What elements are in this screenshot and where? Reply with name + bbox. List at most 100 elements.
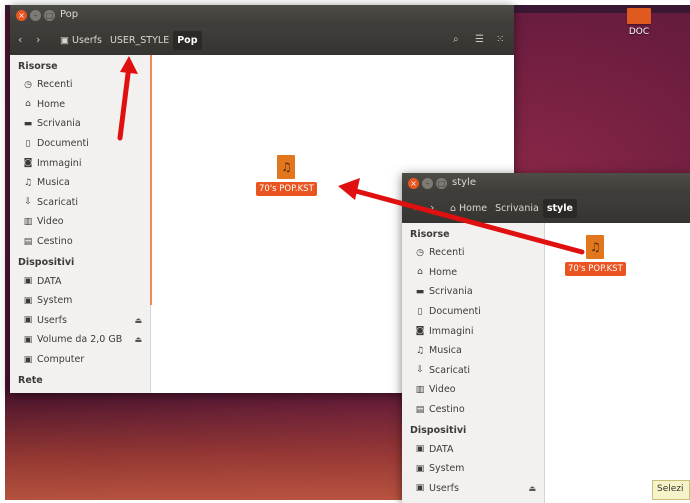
drive-icon: ▣ [415,483,425,494]
sidebar-item[interactable]: ▣ Userfs ⏏ [10,311,150,331]
clock-icon: ◷ [416,247,424,258]
minimize-button[interactable]: – [422,178,433,189]
document-icon: ▯ [417,306,423,317]
breadcrumb-scrivania[interactable]: Scrivania [491,199,543,218]
sidebar-item[interactable]: ▥ Video [10,212,150,232]
maximize-button[interactable]: □ [44,10,55,21]
sidebar-item[interactable]: ▬ Scrivania [402,282,544,302]
sidebar: Risorse ◷ Recenti ⌂ Home ▬ Scrivania ▯ Documenti… [402,223,545,503]
sidebar-item[interactable]: ⌂ Home [10,95,150,115]
breadcrumb-home[interactable]: ⌂ Home [446,199,491,218]
list-view-icon[interactable]: ☰ [475,34,484,45]
download-icon: ⇩ [24,197,32,208]
sidebar-item[interactable]: ◷ Recenti [10,75,150,95]
desktop-folder-label: DOC [628,27,650,37]
sidebar-item[interactable]: ▣ DATA [402,439,544,459]
camera-icon: ◙ [23,158,33,169]
sidebar-item[interactable]: ◷ Recenti [402,243,544,263]
desktop-folder-doc[interactable]: DOC [617,8,661,48]
maximize-button[interactable]: □ [436,178,447,189]
sidebar-item-label: Volume da 2,0 GB [37,334,123,346]
breadcrumb-userfs[interactable]: ▣ Userfs [56,31,106,50]
sidebar-section-heading: Rete [18,375,43,387]
sidebar-item-label: DATA [37,275,62,287]
sidebar-item-label: Home [37,98,66,110]
home-icon: ⌂ [417,267,423,278]
drive-icon: ▣ [23,334,33,345]
close-button[interactable]: × [408,178,419,189]
sidebar: Risorse ◷ Recenti ⌂ Home ▬ Scrivania ▯ Documenti… [10,55,151,393]
breadcrumb-label: Pop [177,35,198,46]
clock-icon: ◷ [24,79,32,90]
film-icon: ▥ [415,384,425,395]
sidebar-item-label: Recenti [37,79,73,91]
camera-icon: ◙ [415,326,425,337]
breadcrumb-pop[interactable]: Pop [173,31,202,50]
sidebar-item[interactable]: ⇩ Scaricati [402,361,544,381]
sidebar-item-label: Scaricati [37,196,79,208]
titlebar[interactable]: × – □ Pop [10,5,514,27]
sidebar-section-heading: Risorse [410,229,450,240]
search-icon[interactable]: ⌕ [453,34,459,45]
sidebar-item[interactable]: ♫ Musica [402,341,544,361]
back-button[interactable]: ‹ [412,201,416,214]
sidebar-item[interactable]: ▣ Computer [10,350,150,370]
sidebar-item[interactable]: ◙ Immagini [402,321,544,341]
tooltip: Selezi [652,480,690,500]
file-manager-window-style[interactable]: × – □ style ‹ › ⌂ Home Scrivania style R… [402,173,690,503]
sidebar-item-label: Immagini [37,157,82,169]
sidebar-item[interactable]: ▤ Cestino [402,400,544,420]
sidebar-item-label: Userfs [429,482,459,494]
sidebar-item[interactable]: ▥ Video [402,380,544,400]
folder-icon: ▬ [23,118,33,129]
sidebar-item[interactable]: ▤ Cestino [10,232,150,252]
sidebar-item-label: Computer [37,354,85,366]
sidebar-item[interactable]: ▣ DATA [10,271,150,291]
file-view: ♫ 70's POP.KST [545,223,690,503]
sidebar-item[interactable]: ▯ Documenti [10,134,150,154]
drive-icon: ▣ [415,444,425,455]
eject-icon[interactable]: ⏏ [528,484,536,493]
sidebar-item-label: Musica [429,345,462,357]
sidebar-item[interactable]: ▣ Userfs ⏏ [402,479,544,499]
sidebar-item-label: Scaricati [429,364,471,376]
drive-icon: ▣ [415,463,425,474]
close-button[interactable]: × [16,10,27,21]
eject-icon[interactable]: ⏏ [134,316,142,325]
forward-button[interactable]: › [430,201,434,214]
file-item[interactable]: ♫ 70's POP.KST [565,235,626,276]
breadcrumb-label: style [546,203,573,214]
sidebar-item[interactable]: ▣ Volume da 2,0 GB ⏏ [10,330,150,350]
sidebar-item-label: System [37,295,73,307]
forward-button[interactable]: › [36,33,40,46]
file-item[interactable]: ♫ 70's POP.KST [256,155,317,196]
breadcrumb-label: Userfs [71,35,102,46]
sidebar-item[interactable]: ▬ Scrivania [10,114,150,134]
home-icon: ⌂ [450,203,457,214]
breadcrumb-user-style[interactable]: USER_STYLE [106,31,173,50]
sidebar-item-label: Documenti [37,138,89,150]
toolbar: ‹ › ▣ Userfs USER_STYLE Pop ⌕ ☰ ⁙ [10,27,514,55]
back-button[interactable]: ‹ [18,33,22,46]
sidebar-item[interactable]: ⌂ Home [402,263,544,283]
breadcrumb-label: USER_STYLE [109,35,170,46]
minimize-button[interactable]: – [30,10,41,21]
sidebar-item-label: Scrivania [429,286,473,298]
sidebar-item-label: System [429,463,465,475]
sidebar-item[interactable]: ◙ Immagini [10,153,150,173]
sidebar-item-label: Immagini [429,325,474,337]
sidebar-item[interactable]: ▣ System [402,459,544,479]
sidebar-item[interactable]: ♫ Musica [10,173,150,193]
breadcrumb-style[interactable]: style [542,199,577,218]
sidebar-item[interactable]: ▯ Documenti [402,302,544,322]
sidebar-item-label: Video [429,384,456,396]
grid-view-icon[interactable]: ⁙ [496,34,504,45]
music-icon: ♫ [23,177,33,188]
file-name: 70's POP.KST [565,262,626,276]
titlebar[interactable]: × – □ style [402,173,690,195]
eject-icon[interactable]: ⏏ [134,335,142,344]
sidebar-item-label: Recenti [429,247,465,259]
sidebar-item[interactable]: ⇩ Scaricati [10,193,150,213]
home-icon: ⌂ [25,99,31,110]
sidebar-item[interactable]: ▣ System [10,291,150,311]
